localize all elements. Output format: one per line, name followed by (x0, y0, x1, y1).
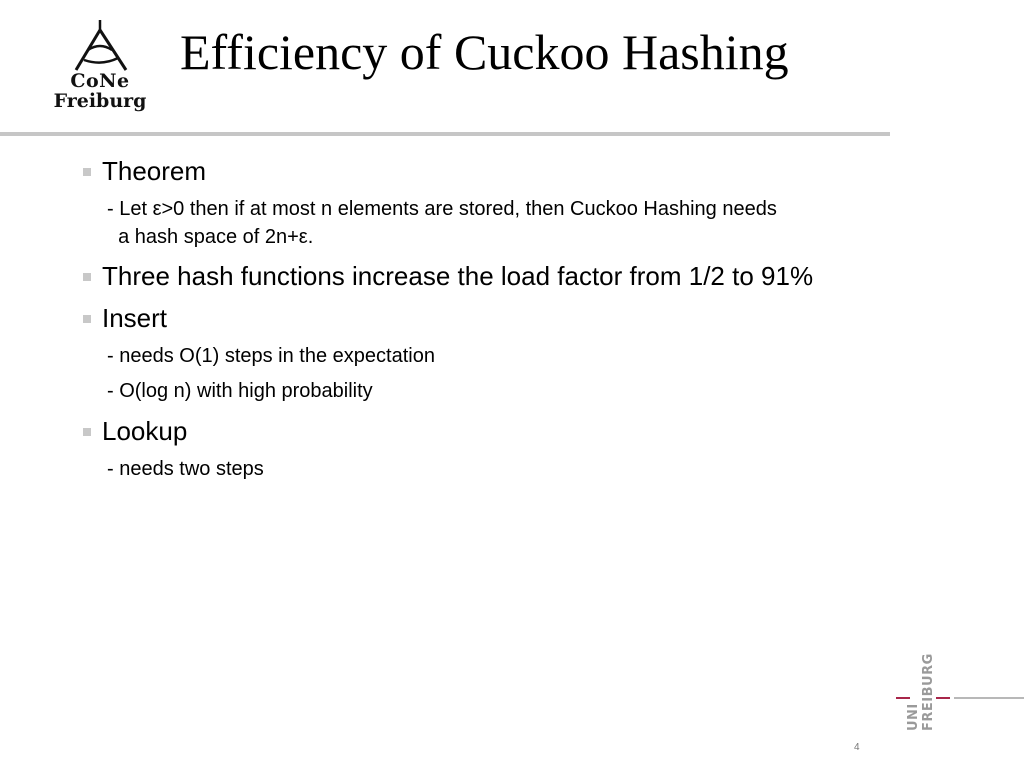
logo-line-cone: CoNe (70, 70, 130, 92)
sub-item: - O(log n) with high probability (107, 380, 373, 402)
bullet-item: Three hash functions increase the load f… (83, 261, 814, 291)
bullet-text: Lookup (102, 416, 188, 446)
sub-item: - needs two steps (107, 458, 264, 480)
slide-title: Efficiency of Cuckoo Hashing (180, 24, 789, 80)
uni-freiburg-logo: UNI FREIBURG (894, 645, 1024, 735)
logo-accent-dash (936, 697, 950, 699)
logo-accent-dash (896, 697, 910, 699)
bullet-item: Theorem (83, 156, 207, 186)
sub-item: a hash space of 2n+ε. (107, 226, 314, 248)
bullet-square-icon (83, 315, 91, 323)
logo-word-freiburg: FREIBURG (921, 653, 936, 731)
bullet-square-icon (83, 168, 91, 176)
bullet-item: Insert (83, 303, 168, 333)
bullet-text: Insert (102, 303, 168, 333)
title-divider (0, 132, 890, 136)
sub-item: - Let ε>0 then if at most n elements are… (107, 198, 777, 220)
bullet-text: Three hash functions increase the load f… (102, 261, 814, 291)
bullet-square-icon (83, 428, 91, 436)
sub-item: - needs O(1) steps in the expectation (107, 345, 435, 367)
bullet-item: Lookup (83, 416, 188, 446)
cone-freiburg-logo: CoNe Freiburg (48, 18, 152, 116)
bullet-text: Theorem (102, 156, 207, 186)
page-number: 4 (854, 742, 860, 753)
cone-tower-icon (74, 20, 128, 71)
logo-word-uni: UNI (906, 703, 921, 731)
footer-rule (954, 697, 1024, 699)
bullet-square-icon (83, 273, 91, 281)
logo-line-freiburg: Freiburg (53, 90, 147, 112)
